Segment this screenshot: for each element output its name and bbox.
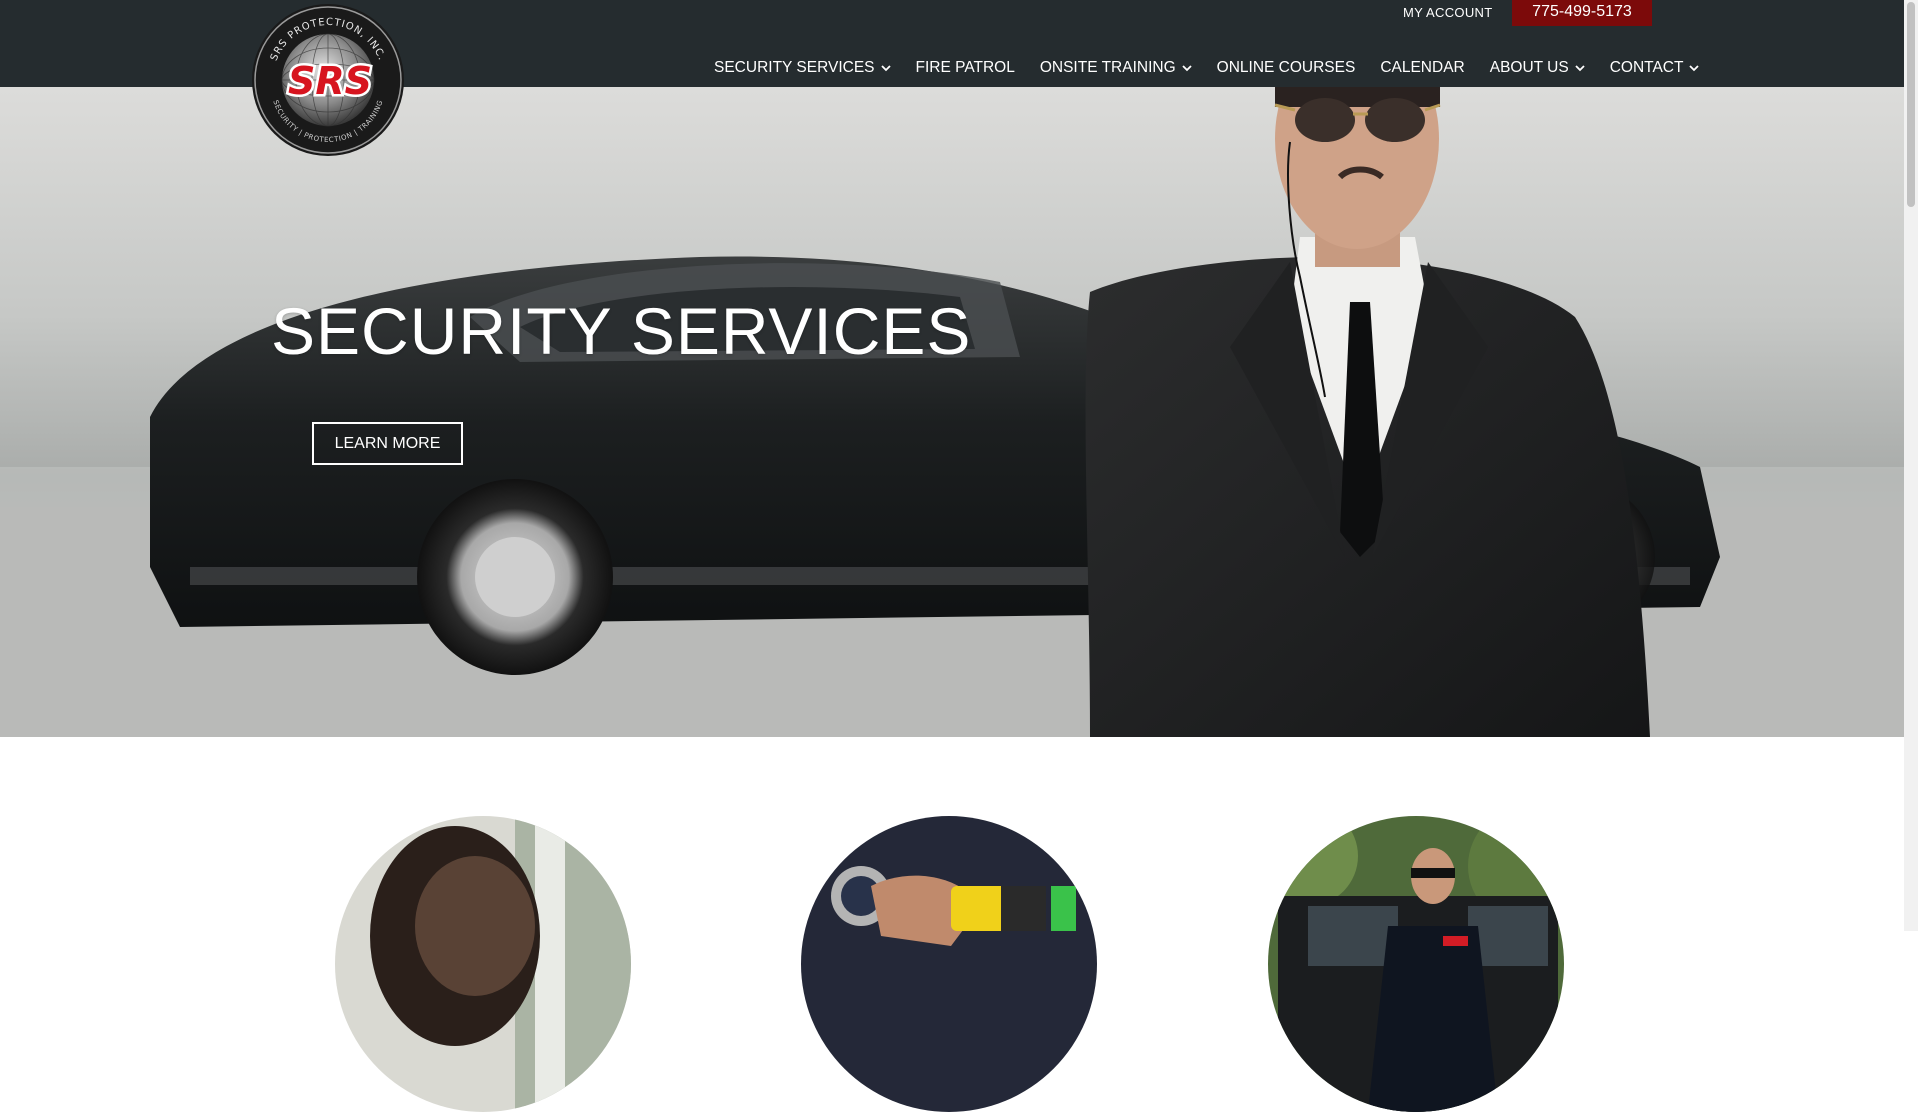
service-image-3[interactable] [1268, 816, 1564, 1112]
chevron-down-icon [1689, 64, 1700, 71]
hero-photo [0, 87, 1904, 737]
hero-title: SECURITY SERVICES [271, 294, 972, 368]
site-logo[interactable]: SRS PROTECTION, INC. SECURITY | PROTECTI… [251, 3, 405, 157]
learn-more-button[interactable]: LEARN MORE [312, 422, 463, 465]
scrollbar-thumb[interactable] [1907, 2, 1915, 207]
srs-logo-icon: SRS PROTECTION, INC. SECURITY | PROTECTI… [252, 4, 404, 156]
nav-contact[interactable]: CONTACT [1610, 59, 1700, 77]
taser-photo [801, 816, 1097, 1112]
nav-security-services[interactable]: SECURITY SERVICES [714, 59, 891, 77]
logo-mark: SRS [288, 59, 372, 103]
service-image-2[interactable] [801, 816, 1097, 1112]
nav-onsite-training[interactable]: ONSITE TRAINING [1040, 59, 1192, 77]
hero-banner: SECURITY SERVICES LEARN MORE [0, 87, 1904, 737]
nav-about-us[interactable]: ABOUT US [1490, 59, 1585, 77]
my-account-link[interactable]: MY ACCOUNT [1403, 5, 1492, 20]
chevron-down-icon [1182, 64, 1192, 71]
phone-button[interactable]: 775-499-5173 [1512, 0, 1652, 26]
nav-online-courses[interactable]: ONLINE COURSES [1217, 59, 1356, 77]
nav-label: ONLINE COURSES [1216, 59, 1356, 76]
officer-photo [1268, 816, 1564, 1112]
person-photo [335, 816, 631, 1112]
nav-label: CONTACT [1609, 59, 1684, 76]
nav-label: FIRE PATROL [915, 59, 1015, 76]
page-scrollbar[interactable] [1904, 0, 1918, 931]
nav-fire-patrol[interactable]: FIRE PATROL [916, 59, 1015, 77]
chevron-down-icon [880, 64, 891, 71]
nav-label: ONSITE TRAINING [1039, 59, 1176, 76]
nav-label: ABOUT US [1489, 59, 1569, 76]
nav-label: SECURITY SERVICES [714, 59, 875, 76]
main-nav: SECURITY SERVICES FIRE PATROL ONSITE TRA… [714, 57, 1700, 79]
nav-calendar[interactable]: CALENDAR [1380, 59, 1464, 77]
nav-label: CALENDAR [1380, 59, 1465, 76]
chevron-down-icon [1575, 64, 1585, 71]
service-image-1[interactable] [335, 816, 631, 1112]
